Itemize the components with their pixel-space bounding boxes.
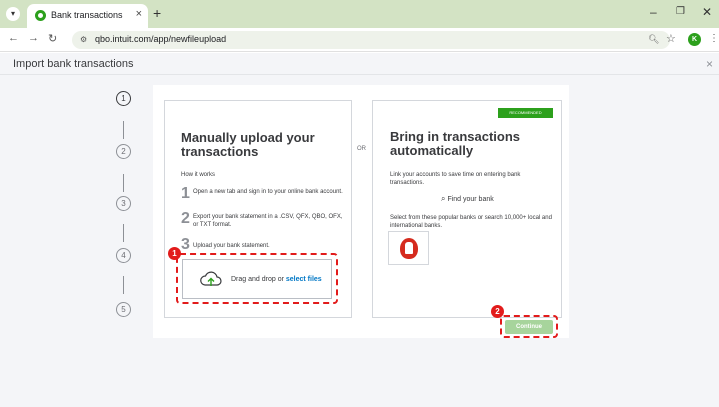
step-connector [123,174,124,192]
address-bar: ← → ↻ ⚙ qbo.intuit.com/app/newfileupload… [0,28,719,52]
annotation-badge: 1 [168,247,181,260]
recommended-badge: RECOMMENDED [498,108,553,118]
zoom-icon[interactable]: 🔍︎ [648,34,659,45]
profile-avatar[interactable]: K [688,33,701,46]
url-field[interactable]: ⚙ qbo.intuit.com/app/newfileupload [72,31,670,49]
instruction-text: Upload your bank statement. [193,243,270,249]
instruction-text: Export your bank statement in a .CSV, QF… [193,214,343,228]
step-connector [123,224,124,242]
link-accounts-text: Link your accounts to save time on enter… [390,172,521,186]
find-your-bank-label: Find your bank [447,196,494,203]
reload-icon[interactable]: ↻ [48,32,57,45]
bank-tile[interactable] [388,231,429,265]
connect-bank-title: Bring in transactions automatically [390,129,521,158]
quickbooks-favicon-icon [35,10,46,21]
page-header: Import bank transactions × [0,53,719,75]
browser-tab-bar: ▾ Bank transactions × + – ❐ ✕ [0,0,719,28]
step-4: 4 [116,248,131,263]
annotation-badge: 2 [491,305,504,318]
step-3: 3 [116,196,131,211]
or-separator: OR [357,146,366,152]
step-connector [123,121,124,139]
back-icon[interactable]: ← [8,32,19,44]
step-connector [123,276,124,294]
step-5: 5 [116,302,131,317]
manual-upload-title: Manually upload your transactions [181,130,315,159]
connect-bank-card: RECOMMENDED Bring in transactions automa… [372,100,562,318]
tab-search-icon[interactable]: ▾ [6,7,20,21]
instruction-number: 2 [181,210,190,227]
url-text: qbo.intuit.com/app/newfileupload [95,34,227,44]
how-it-works-label: How it works [181,172,216,178]
annotation-highlight-dropzone [176,253,338,304]
instruction-number: 1 [181,185,190,202]
popular-banks-text: Select from these popular banks or searc… [390,215,552,229]
step-2: 2 [116,144,131,159]
instruction-number: 3 [181,236,190,253]
bank-logo-icon [400,238,418,259]
maximize-icon[interactable]: ❐ [676,6,685,17]
browser-menu-icon[interactable]: ⋮ [709,33,719,44]
site-info-icon[interactable]: ⚙ [80,34,91,45]
step-1: 1 [116,91,131,106]
page-close-icon[interactable]: × [706,57,713,71]
forward-icon[interactable]: → [28,32,39,44]
search-icon: ⌕ [441,194,446,203]
bookmark-star-icon[interactable]: ☆ [666,32,676,45]
find-your-bank-link[interactable]: ⌕ Find your bank [441,194,494,204]
tab-bank-transactions[interactable]: Bank transactions × [27,4,148,28]
tab-title: Bank transactions [51,10,123,20]
annotation-highlight-continue [500,315,558,338]
new-tab-button[interactable]: + [153,5,161,21]
minimize-icon[interactable]: – [650,5,657,19]
page-title: Import bank transactions [13,58,134,70]
tab-close-icon[interactable]: × [136,8,142,20]
instruction-text: Open a new tab and sign in to your onlin… [193,189,343,195]
window-close-icon[interactable]: ✕ [702,5,712,19]
